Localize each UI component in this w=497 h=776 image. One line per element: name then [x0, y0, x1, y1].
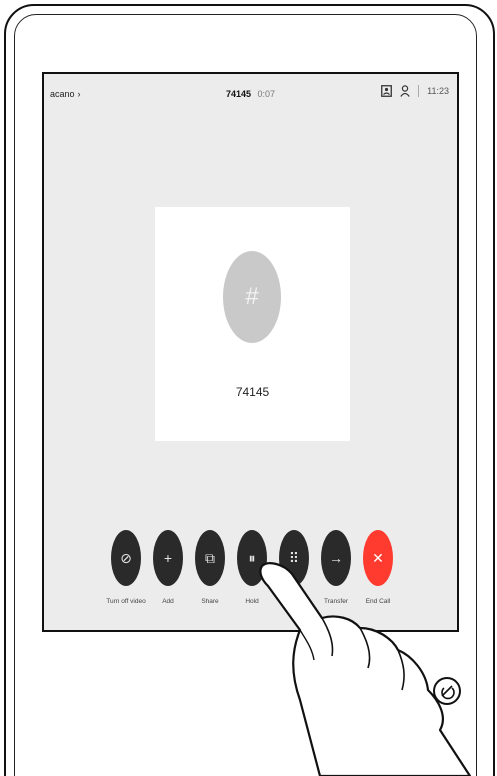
touch-screen: acano › 74145 0:07 11:23 # 74145 ⊘ Turn …: [42, 72, 459, 632]
participants-list-icon[interactable]: [381, 85, 393, 97]
remote-participant-card: # 74145: [155, 207, 350, 441]
status-bar: acano › 74145 0:07 11:23: [44, 74, 457, 118]
end-call-label: End Call: [365, 598, 391, 605]
share-button[interactable]: ⧉ Share: [188, 530, 232, 605]
clock: 11:23: [427, 86, 449, 96]
device-illustration: acano › 74145 0:07 11:23 # 74145 ⊘ Turn …: [0, 0, 497, 776]
turn-off-video-label: Turn off video: [106, 598, 146, 605]
add-label: Add: [162, 598, 174, 605]
keypad-button[interactable]: ⠿ Keypad: [272, 530, 316, 605]
divider: [418, 85, 420, 97]
plus-icon: +: [153, 530, 183, 586]
close-icon: ✕: [363, 530, 393, 586]
participant-name: 74145: [235, 385, 270, 399]
turn-off-video-button[interactable]: ⊘ Turn off video: [104, 530, 148, 605]
transfer-button[interactable]: → Transfer: [314, 530, 358, 605]
transfer-label: Transfer: [324, 598, 348, 605]
avatar-symbol: #: [245, 283, 259, 310]
hold-label: Hold: [245, 598, 259, 605]
keypad-icon: ⠿: [279, 530, 309, 586]
call-number: 74145: [225, 89, 251, 99]
status-icons: 11:23: [381, 85, 449, 97]
end-call-button[interactable]: ✕ End Call: [356, 530, 400, 605]
add-button[interactable]: + Add: [146, 530, 190, 605]
avatar: #: [223, 251, 281, 343]
home-button-icon[interactable]: [432, 676, 462, 706]
call-controls: ⊘ Turn off video + Add ⧉ Share ⏸ Hold ⠿ …: [44, 530, 457, 620]
pause-icon: ⏸: [237, 530, 267, 586]
share-icon: ⧉: [195, 530, 225, 586]
keypad-label: Keypad: [282, 598, 306, 605]
arrow-right-icon: →: [321, 530, 351, 586]
person-icon[interactable]: [400, 85, 410, 97]
hold-button[interactable]: ⏸ Hold: [230, 530, 274, 605]
share-label: Share: [201, 598, 219, 605]
call-duration: 0:07: [257, 89, 276, 99]
video-off-icon: ⊘: [111, 530, 141, 586]
